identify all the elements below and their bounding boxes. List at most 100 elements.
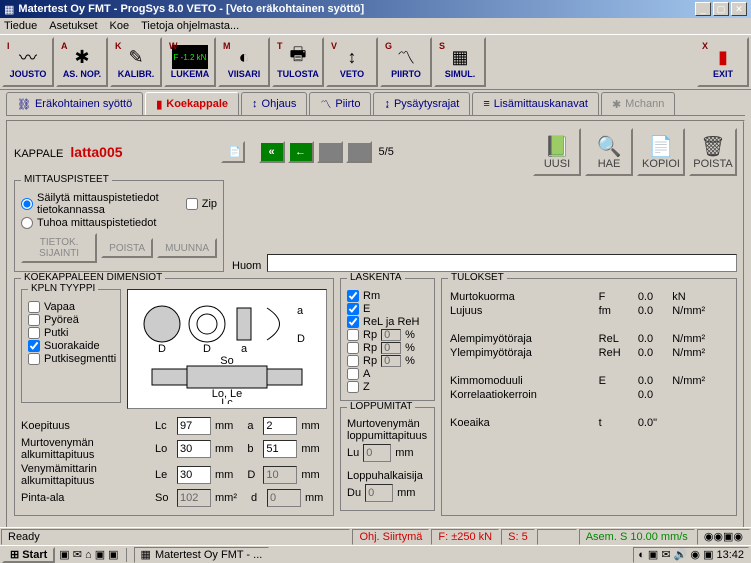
doc-button[interactable]: 📄 — [221, 141, 245, 163]
nav-prev[interactable]: ← — [288, 141, 314, 163]
radio-sailyta-label: Säilytä mittauspistetiedot tietokannassa — [37, 192, 176, 216]
close-button[interactable]: ✕ — [731, 2, 747, 16]
link-icon: ⛓ — [17, 98, 31, 111]
input-b[interactable] — [263, 440, 297, 458]
type-vapaa[interactable] — [28, 301, 40, 313]
radio-tuhoa-label: Tuhoa mittauspistetiedot — [37, 217, 156, 229]
tab-piirto[interactable]: 〽Piirto — [309, 92, 371, 115]
diagram-svg: D D a aD So Lo, Le Lc — [132, 294, 322, 404]
chk-rp2[interactable] — [347, 342, 359, 354]
nav-next[interactable] — [317, 141, 343, 163]
uusi-button[interactable]: 📗UUSI — [533, 128, 581, 176]
chk-rel-reh[interactable] — [347, 316, 359, 328]
rp1-val — [381, 329, 401, 341]
type-putki[interactable] — [28, 327, 40, 339]
input-lc[interactable] — [177, 417, 211, 435]
taskbar-app[interactable]: ▦Matertest Oy FMT - ... — [134, 547, 270, 563]
grid-icon: ▦ — [451, 45, 468, 69]
specimen-icon: ▮ — [156, 98, 162, 111]
kappale-value: latta005 — [70, 144, 122, 160]
taskbar: ⊞Start ▣ ✉ ⌂ ▣ ▣ ▦Matertest Oy FMT - ...… — [0, 545, 751, 563]
input-le[interactable] — [177, 466, 211, 484]
type-putkisegmentti[interactable] — [28, 353, 40, 365]
tool-lukema[interactable]: WF -1.2 kNLUKEMA — [164, 37, 216, 87]
app-task-icon: ▦ — [141, 548, 151, 561]
tray-clock: 13:42 — [716, 549, 744, 561]
tool-jousto[interactable]: I〰JOUSTO — [2, 37, 54, 87]
kopioi-button[interactable]: 📄KOPIOI — [637, 128, 685, 176]
tab-ohjaus[interactable]: ↕Ohjaus — [241, 92, 307, 115]
chk-z[interactable] — [347, 381, 359, 393]
lbl-so: Pinta-ala — [21, 492, 151, 504]
tool-piirto[interactable]: G〽PIIRTO — [380, 37, 432, 87]
radio-tuhoa[interactable] — [21, 217, 33, 229]
nav-first[interactable]: « — [259, 141, 285, 163]
menu-tiedue[interactable]: Tiedue — [4, 20, 37, 32]
chk-e[interactable] — [347, 303, 359, 315]
tool-simul[interactable]: S▦SIMUL. — [434, 37, 486, 87]
tab-pysaytysrajat[interactable]: ↨Pysäytysrajat — [373, 92, 470, 115]
radio-sailyta[interactable] — [21, 198, 33, 210]
status-s: S: 5 — [501, 529, 535, 545]
quicklaunch[interactable]: ▣ ✉ ⌂ ▣ ▣ — [59, 548, 118, 561]
mittaus-legend: MITTAUSPISTEET — [21, 174, 112, 185]
speed-icon: ✱ — [74, 45, 89, 69]
printer-icon: 🖶 — [290, 45, 307, 69]
exit-door-icon: ▮ — [718, 45, 728, 69]
tool-kalibr[interactable]: K✎KALIBR. — [110, 37, 162, 87]
channels-icon: ≡ — [483, 98, 489, 110]
menu-asetukset[interactable]: Asetukset — [49, 20, 97, 32]
status-force: F: ±250 kN — [431, 529, 499, 545]
tab-strip: ⛓Eräkohtainen syöttö ▮Koekappale ↕Ohjaus… — [6, 92, 745, 116]
nav-last[interactable] — [346, 141, 372, 163]
rp2-val — [381, 342, 401, 354]
status-ready: Ready — [1, 529, 350, 545]
tool-veto[interactable]: V↕VETO — [326, 37, 378, 87]
plot-icon: 〽 — [320, 96, 331, 112]
tool-exit[interactable]: X▮EXIT — [697, 37, 749, 87]
btn-poista2[interactable]: POISTA — [101, 238, 153, 258]
input-d2 — [267, 489, 301, 507]
lbl-lo: Murtovenymän alkumittapituus — [21, 437, 151, 461]
menu-tietoja[interactable]: Tietoja ohjelmasta... — [141, 20, 239, 32]
huom-input[interactable] — [267, 254, 737, 272]
input-a[interactable] — [263, 417, 297, 435]
start-button[interactable]: ⊞Start — [2, 547, 55, 563]
copy-icon: 📄 — [649, 134, 674, 158]
mittauspisteet-group: MITTAUSPISTEET Säilytä mittauspistetiedo… — [14, 180, 224, 272]
svg-text:So: So — [220, 355, 233, 367]
graph-icon: 〽 — [397, 45, 415, 69]
tab-koekappale[interactable]: ▮Koekappale — [145, 92, 239, 115]
tool-asnop[interactable]: A✱AS. NOP. — [56, 37, 108, 87]
btn-muunna[interactable]: MUUNNA — [157, 238, 217, 258]
status-bar: Ready Ohj. Siirtymä F: ±250 kN S: 5 Asem… — [0, 527, 751, 545]
tray-icons: ◐ ▣ ✉ 🔊 ◉ ▣ — [638, 548, 713, 561]
type-pyorea[interactable] — [28, 314, 40, 326]
svg-text:a: a — [297, 305, 304, 317]
minimize-button[interactable]: _ — [695, 2, 711, 16]
chk-a[interactable] — [347, 368, 359, 380]
chk-rp1[interactable] — [347, 329, 359, 341]
chk-rp3[interactable] — [347, 355, 359, 367]
menu-koe[interactable]: Koe — [110, 20, 130, 32]
input-D — [263, 466, 297, 484]
new-icon: 📗 — [545, 134, 570, 158]
tab-lisamittaus[interactable]: ≡Lisämittauskanavat — [472, 92, 599, 115]
maximize-button[interactable]: ▢ — [713, 2, 729, 16]
type-suorakaide[interactable] — [28, 340, 40, 352]
input-lo[interactable] — [177, 440, 211, 458]
system-tray[interactable]: ◐ ▣ ✉ 🔊 ◉ ▣ 13:42 — [633, 547, 749, 563]
zip-checkbox[interactable] — [186, 198, 198, 210]
titlebar: ▦ Matertest Oy FMT - ProgSys 8.0 VETO - … — [0, 0, 751, 18]
pager-text: 5/5 — [379, 146, 394, 158]
poista-button[interactable]: 🗑POISTA — [689, 128, 737, 176]
btn-tietok[interactable]: TIETOK. SIJAINTI — [21, 233, 97, 263]
tool-tulosta[interactable]: T🖶TULOSTA — [272, 37, 324, 87]
tool-viisari[interactable]: M◐VIISARI — [218, 37, 270, 87]
mchann-icon: ✱ — [612, 98, 621, 111]
search-icon: 🔍 — [597, 134, 622, 158]
tab-erakohtainen[interactable]: ⛓Eräkohtainen syöttö — [6, 92, 143, 115]
laskenta-legend: LASKENTA — [347, 272, 405, 283]
chk-rm[interactable] — [347, 290, 359, 302]
hae-button[interactable]: 🔍HAE — [585, 128, 633, 176]
